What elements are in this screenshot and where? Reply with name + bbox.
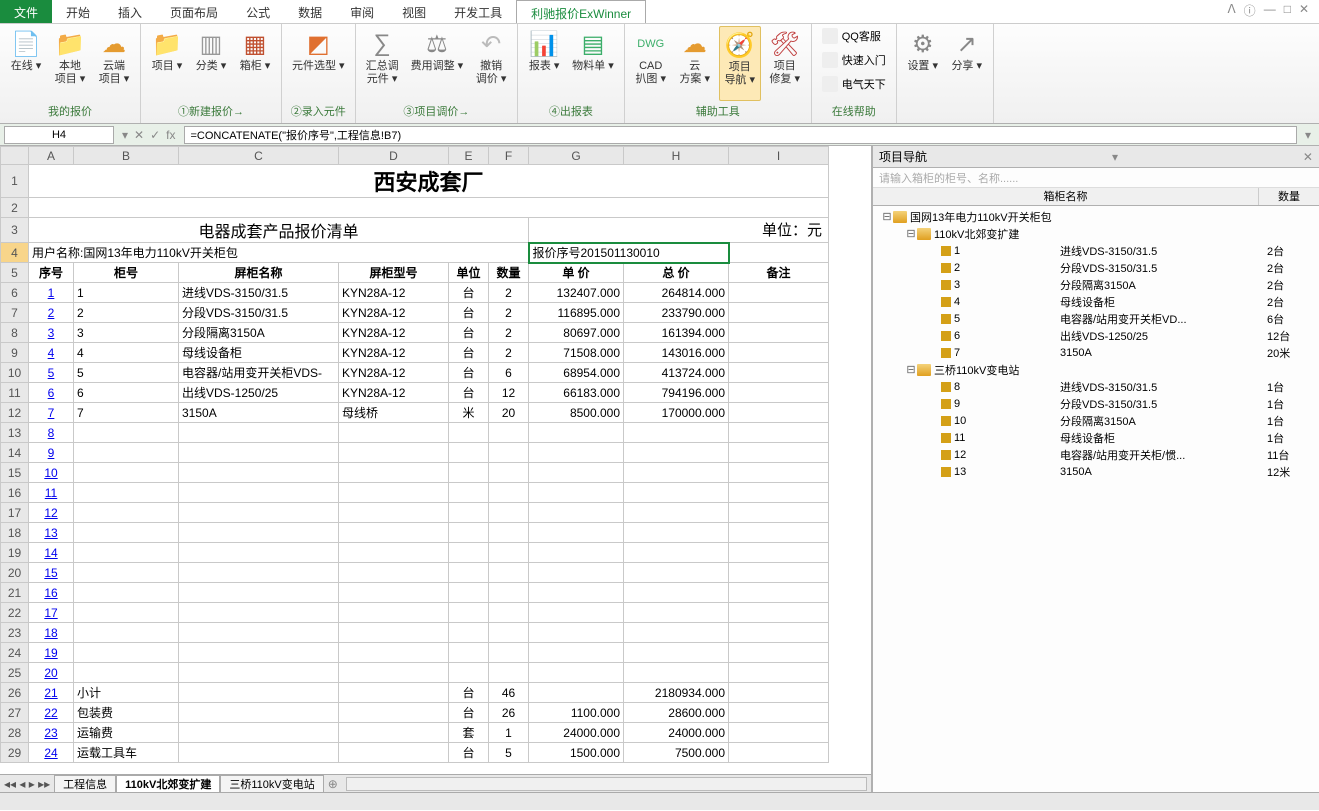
tree-node[interactable]: 133150A12米	[875, 463, 1317, 480]
col-C[interactable]: C	[179, 147, 339, 165]
tree-node[interactable]: ⊟国网13年电力110kV开关柜包	[875, 208, 1317, 225]
sheet-tab-110kV北郊变扩建[interactable]: 110kV北郊变扩建	[116, 775, 220, 793]
sheet-tab-三桥110kV变电站[interactable]: 三桥110kV变电站	[220, 775, 323, 793]
panel-dropdown-icon[interactable]: ▾	[1112, 150, 1118, 164]
tab-审阅[interactable]: 审阅	[336, 0, 388, 23]
ribbon-元件选型[interactable]: ◩元件选型 ▾	[288, 26, 349, 101]
tree-node[interactable]: 11母线设备柜1台	[875, 429, 1317, 446]
ribbon-快速入门[interactable]: 快速入门	[818, 50, 890, 70]
window-controls: ᐱ ⓘ — □ ✕	[1217, 0, 1319, 23]
tree-node[interactable]: 8进线VDS-3150/31.51台	[875, 378, 1317, 395]
sheet-title: 西安成套厂	[29, 165, 829, 198]
ribbon-箱柜[interactable]: ▦箱柜 ▾	[235, 26, 275, 101]
ribbon-在线[interactable]: 📄在线 ▾	[6, 26, 46, 101]
panel-col-count: 数量	[1259, 188, 1319, 205]
ribbon-项目[interactable]: 📁项目 ▾	[147, 26, 187, 101]
ribbon-分类[interactable]: ▥分类 ▾	[191, 26, 231, 101]
formula-bar: ▾✕✓fx ▾	[0, 124, 1319, 146]
ribbon-报表[interactable]: 📊报表 ▾	[524, 26, 564, 101]
col-H[interactable]: H	[624, 147, 729, 165]
win-btn[interactable]: ᐱ	[1227, 2, 1235, 21]
status-bar	[0, 792, 1319, 810]
name-box[interactable]	[4, 126, 114, 144]
win-btn[interactable]: —	[1264, 2, 1276, 21]
panel-title: 项目导航	[879, 148, 927, 165]
tab-开始[interactable]: 开始	[52, 0, 104, 23]
row-link[interactable]: 4	[29, 343, 74, 363]
row-link[interactable]: 5	[29, 363, 74, 383]
tree-node[interactable]: 3分段隔离3150A2台	[875, 276, 1317, 293]
tree-node[interactable]: 4母线设备柜2台	[875, 293, 1317, 310]
col-A[interactable]: A	[29, 147, 74, 165]
win-btn[interactable]: □	[1284, 2, 1291, 21]
ribbon-CAD扒图[interactable]: DWGCAD 扒图 ▾	[631, 26, 671, 101]
ribbon-汇总调元件[interactable]: ∑汇总调 元件 ▾	[362, 26, 403, 101]
col-F[interactable]: F	[489, 147, 529, 165]
tab-公式[interactable]: 公式	[232, 0, 284, 23]
ribbon-设置[interactable]: ⚙设置 ▾	[903, 26, 943, 117]
sheet-tabs: ◂◂ ◂ ▸ ▸▸ 工程信息110kV北郊变扩建三桥110kV变电站 ⊕	[0, 774, 871, 792]
ribbon-云端项目[interactable]: ☁云端 项目 ▾	[94, 26, 134, 101]
tree-node[interactable]: ⊟110kV北郊变扩建	[875, 225, 1317, 242]
ribbon-费用调整[interactable]: ⚖费用调整 ▾	[407, 26, 468, 101]
tree-node[interactable]: 5电容器/站用变开关柜VD...6台	[875, 310, 1317, 327]
tab-视图[interactable]: 视图	[388, 0, 440, 23]
sheet-tab-工程信息[interactable]: 工程信息	[54, 775, 116, 793]
col-I[interactable]: I	[729, 147, 829, 165]
row-link[interactable]: 6	[29, 383, 74, 403]
row-link[interactable]: 7	[29, 403, 74, 423]
col-E[interactable]: E	[449, 147, 489, 165]
tab-nav[interactable]: ◂◂ ◂ ▸ ▸▸	[0, 777, 54, 791]
tab-插入[interactable]: 插入	[104, 0, 156, 23]
ribbon-本地项目[interactable]: 📁本地 项目 ▾	[50, 26, 90, 101]
panel-tree[interactable]: ⊟国网13年电力110kV开关柜包⊟110kV北郊变扩建1进线VDS-3150/…	[873, 206, 1319, 792]
ribbon-项目修复[interactable]: 🛠项目 修复 ▾	[765, 26, 805, 101]
tree-node[interactable]: 10分段隔离3150A1台	[875, 412, 1317, 429]
nav-panel: 项目导航 ▾ ✕ 请输入箱柜的柜号、名称...... 箱柜名称数量 ⊟国网13年电力…	[872, 146, 1319, 792]
formula-input[interactable]	[184, 126, 1297, 144]
tab-开发工具[interactable]: 开发工具	[440, 0, 516, 23]
ribbon-物料单[interactable]: ▤物料单 ▾	[568, 26, 618, 101]
col-B[interactable]: B	[74, 147, 179, 165]
col-G[interactable]: G	[529, 147, 624, 165]
ribbon-项目导航[interactable]: 🧭项目 导航 ▾	[719, 26, 761, 101]
selected-cell[interactable]: 报价序号201501130010	[529, 243, 729, 263]
tab-数据[interactable]: 数据	[284, 0, 336, 23]
ribbon-云方案[interactable]: ☁云 方案 ▾	[675, 26, 715, 101]
tree-node[interactable]: 1进线VDS-3150/31.52台	[875, 242, 1317, 259]
tab-file[interactable]: 文件	[0, 0, 52, 23]
h-scrollbar[interactable]	[346, 777, 867, 791]
ribbon-撤销调价[interactable]: ↶撤销 调价 ▾	[471, 26, 511, 101]
row-link[interactable]: 2	[29, 303, 74, 323]
tree-node[interactable]: 2分段VDS-3150/31.52台	[875, 259, 1317, 276]
ribbon-QQ客服[interactable]: QQ客服	[818, 26, 885, 46]
tree-node[interactable]: 73150A20米	[875, 344, 1317, 361]
tab-页面布局[interactable]: 页面布局	[156, 0, 232, 23]
new-sheet-icon[interactable]: ⊕	[324, 777, 342, 791]
panel-close-icon[interactable]: ✕	[1303, 150, 1313, 164]
fx-label: ▾✕✓fx	[118, 128, 180, 142]
worksheet[interactable]: ABCDEFGHI1西安成套厂23电器成套产品报价清单单位：元4用户名称:国网1…	[0, 146, 872, 792]
panel-col-name: 箱柜名称	[873, 188, 1259, 205]
ribbon-电气天下[interactable]: 电气天下	[818, 74, 890, 94]
tree-node[interactable]: 9分段VDS-3150/31.51台	[875, 395, 1317, 412]
tree-node[interactable]: 6出线VDS-1250/2512台	[875, 327, 1317, 344]
win-btn[interactable]: ⓘ	[1244, 2, 1256, 21]
row-link[interactable]: 1	[29, 283, 74, 303]
win-btn[interactable]: ✕	[1299, 2, 1309, 21]
tree-node[interactable]: 12电容器/站用变开关柜/惯...11台	[875, 446, 1317, 463]
menu-bar: 文件 开始插入页面布局公式数据审阅视图开发工具利驰报价ExWinner ᐱ ⓘ — □…	[0, 0, 1319, 24]
tab-利驰报价ExWinner[interactable]: 利驰报价ExWinner	[516, 0, 646, 23]
col-D[interactable]: D	[339, 147, 449, 165]
ribbon-分享[interactable]: ↗分享 ▾	[947, 26, 987, 117]
row-link[interactable]: 3	[29, 323, 74, 343]
tree-node[interactable]: ⊟三桥110kV变电站	[875, 361, 1317, 378]
ribbon: 📄在线 ▾📁本地 项目 ▾☁云端 项目 ▾我的报价📁项目 ▾▥分类 ▾▦箱柜 ▾…	[0, 24, 1319, 124]
panel-search[interactable]: 请输入箱柜的柜号、名称......	[873, 168, 1319, 188]
